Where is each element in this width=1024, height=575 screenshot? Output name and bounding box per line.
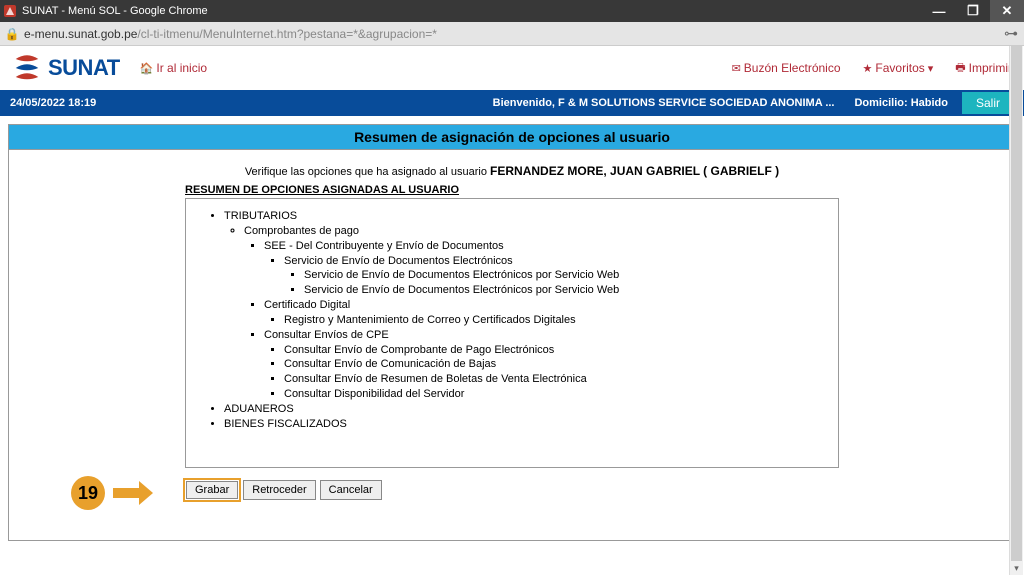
print-link[interactable]: 🖶 Imprimir [955, 59, 1012, 78]
tree-cpe3: Consultar Envío de Resumen de Boletas de… [284, 372, 820, 387]
tree-tributarios: TRIBUTARIOS [224, 210, 297, 222]
page-title: Resumen de asignación de opciones al usu… [9, 125, 1015, 150]
tree-cpe4: Consultar Disponibilidad del Servidor [284, 387, 820, 402]
logo-icon [12, 53, 42, 83]
tree-comprobantes: Comprobantes de pago [244, 225, 359, 237]
window-maximize-button[interactable]: ❐ [956, 0, 990, 22]
step-arrow-icon [113, 481, 153, 505]
cancelar-button[interactable]: Cancelar [320, 480, 382, 500]
star-icon: ★ [863, 62, 873, 75]
mailbox-label: Buzón Electrónico [744, 61, 841, 75]
favorites-label: Favoritos [875, 61, 924, 75]
os-titlebar: SUNAT - Menú SOL - Google Chrome — ❐ ✕ [0, 0, 1024, 22]
url-bar: 🔒 e-menu.sunat.gob.pe/cl-ti-itmenu/MenuI… [0, 22, 1024, 46]
tree-cpe2: Consultar Envío de Comunicación de Bajas [284, 357, 820, 372]
tree-servicio-web1: Servicio de Envío de Documentos Electrón… [304, 268, 820, 283]
tree-servicio-web2: Servicio de Envío de Documentos Electrón… [304, 283, 820, 298]
assigned-user: FERNANDEZ MORE, JUAN GABRIEL ( GABRIELF … [490, 164, 779, 178]
window-close-button[interactable]: ✕ [990, 0, 1024, 22]
app-favicon [4, 5, 16, 17]
chevron-down-icon: ▾ [928, 62, 934, 75]
scroll-down-icon[interactable]: ▾ [1010, 561, 1023, 575]
verify-prefix: Verifique las opciones que ha asignado a… [245, 166, 490, 178]
tree-see: SEE - Del Contribuyente y Envío de Docum… [264, 240, 504, 252]
lock-icon: 🔒 [6, 28, 18, 40]
retroceder-button[interactable]: Retroceder [243, 480, 315, 500]
app-header: SUNAT 🏠 Ir al inicio ✉ Buzón Electrónico… [0, 46, 1024, 90]
button-row: Grabar Retroceder Cancelar [185, 480, 999, 500]
url-text[interactable]: e-menu.sunat.gob.pe/cl-ti-itmenu/MenuInt… [24, 27, 437, 41]
window-minimize-button[interactable]: — [922, 0, 956, 22]
grabar-button[interactable]: Grabar [186, 481, 238, 499]
home-icon: 🏠 [140, 62, 154, 75]
box-title: RESUMEN DE OPCIONES ASIGNADAS AL USUARIO [185, 184, 999, 196]
tree-consultar-cpe: Consultar Envíos de CPE [264, 329, 389, 341]
url-host: e-menu.sunat.gob.pe [24, 27, 137, 41]
tree-aduaneros: ADUANEROS [224, 402, 820, 417]
logo-text: SUNAT [48, 55, 120, 81]
url-path: /cl-ti-itmenu/MenuInternet.htm?pestana=*… [137, 27, 437, 41]
step-annotation: 19 [71, 476, 153, 510]
salir-button[interactable]: Salir [962, 92, 1014, 114]
options-box: TRIBUTARIOS Comprobantes de pago SEE - D… [185, 198, 839, 468]
mail-icon: ✉ [732, 62, 741, 75]
tree-cpe1: Consultar Envío de Comprobante de Pago E… [284, 343, 820, 358]
key-icon[interactable]: ⊶ [1004, 25, 1018, 42]
home-link[interactable]: 🏠 Ir al inicio [140, 61, 207, 75]
tree-bienes: BIENES FISCALIZADOS [224, 417, 820, 432]
mailbox-link[interactable]: ✉ Buzón Electrónico [732, 61, 841, 75]
verify-line: Verifique las opciones que ha asignado a… [25, 164, 999, 178]
tree-servicio-envio: Servicio de Envío de Documentos Electrón… [284, 255, 513, 267]
grabar-highlight: Grabar [185, 480, 239, 500]
sunat-logo[interactable]: SUNAT [12, 53, 120, 83]
content-area: Verifique las opciones que ha asignado a… [9, 150, 1015, 540]
vertical-scrollbar[interactable]: ▴ ▾ [1009, 46, 1023, 575]
status-domicilio: Domicilio: Habido [854, 97, 948, 109]
print-label: Imprimir [969, 61, 1012, 75]
step-number-badge: 19 [71, 476, 105, 510]
favorites-link[interactable]: ★ Favoritos ▾ [863, 61, 934, 75]
scroll-thumb[interactable] [1011, 46, 1022, 575]
status-welcome: Bienvenido, F & M SOLUTIONS SERVICE SOCI… [493, 97, 835, 109]
main-frame: Resumen de asignación de opciones al usu… [8, 124, 1016, 541]
status-datetime: 24/05/2022 18:19 [10, 97, 96, 109]
home-label: Ir al inicio [156, 61, 207, 75]
tree-cert-digital: Certificado Digital [264, 299, 350, 311]
tree-registro-cert: Registro y Mantenimiento de Correo y Cer… [284, 313, 820, 328]
window-title: SUNAT - Menú SOL - Google Chrome [22, 5, 208, 17]
status-bar: 24/05/2022 18:19 Bienvenido, F & M SOLUT… [0, 90, 1024, 116]
printer-icon: 🖶 [955, 59, 965, 78]
